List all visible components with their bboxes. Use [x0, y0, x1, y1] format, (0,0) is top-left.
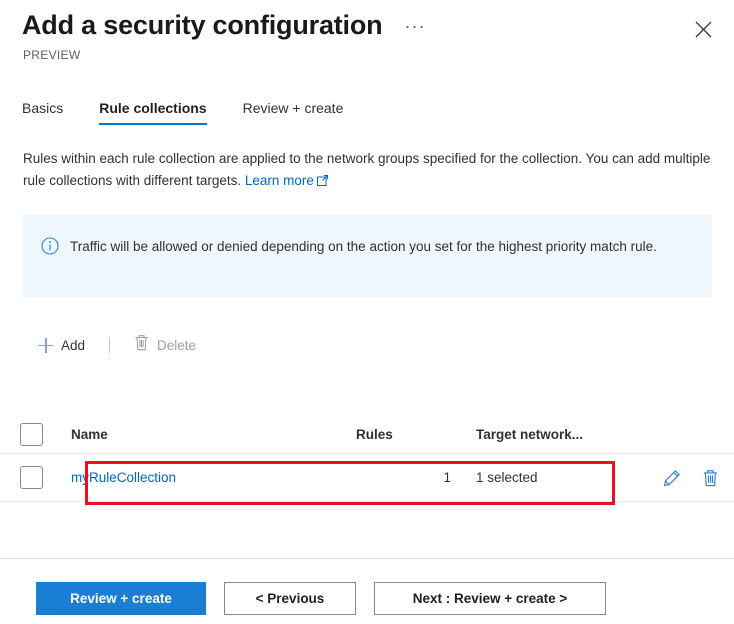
description-text: Rules within each rule collection are ap…	[23, 148, 713, 193]
tab-list: Basics Rule collections Review + create	[22, 100, 379, 125]
row-target-networks: 1 selected	[476, 470, 538, 485]
column-header-rules[interactable]: Rules	[356, 427, 476, 442]
learn-more-link[interactable]: Learn more	[245, 173, 328, 188]
info-banner: Traffic will be allowed or denied depend…	[22, 215, 712, 297]
delete-button-label: Delete	[157, 337, 197, 353]
tab-basics[interactable]: Basics	[22, 100, 63, 125]
title-row: Add a security configuration ···	[22, 8, 431, 42]
previous-button[interactable]: < Previous	[224, 582, 356, 615]
rule-collections-table: Name Rules Target network... myRuleColle…	[0, 415, 734, 502]
trash-icon[interactable]	[700, 468, 720, 488]
command-bar: Add Delete	[30, 331, 204, 359]
row-rules-count: 1	[443, 470, 451, 485]
ellipsis-icon[interactable]: ···	[398, 16, 431, 42]
table-header-row: Name Rules Target network...	[0, 415, 734, 454]
footer-divider	[0, 558, 734, 559]
description-body: Rules within each rule collection are ap…	[23, 151, 711, 188]
external-link-icon	[316, 171, 328, 193]
tab-review-create[interactable]: Review + create	[243, 100, 344, 125]
learn-more-label: Learn more	[244, 173, 314, 188]
page-title: Add a security configuration	[22, 10, 383, 40]
plus-icon	[38, 337, 53, 353]
tab-rule-collections[interactable]: Rule collections	[99, 100, 207, 125]
add-button-label: Add	[61, 337, 86, 353]
row-actions	[636, 468, 734, 488]
add-button[interactable]: Add	[30, 331, 93, 359]
table-row[interactable]: myRuleCollection 1 1 selected	[0, 454, 734, 502]
pencil-icon[interactable]	[662, 468, 682, 488]
row-checkbox[interactable]	[20, 466, 43, 489]
row-name-cell: myRuleCollection	[56, 470, 356, 485]
rule-collection-link[interactable]: myRuleCollection	[71, 470, 176, 485]
delete-button[interactable]: Delete	[126, 331, 204, 359]
footer-actions: Review + create < Previous Next : Review…	[36, 582, 606, 615]
column-header-name[interactable]: Name	[56, 427, 356, 442]
select-all-checkbox[interactable]	[20, 422, 43, 446]
close-icon[interactable]	[690, 16, 716, 42]
next-button[interactable]: Next : Review + create >	[374, 582, 606, 615]
trash-icon	[134, 334, 149, 356]
preview-badge: PREVIEW	[23, 48, 81, 62]
blade-header: Add a security configuration ··· PREVIEW	[0, 0, 734, 78]
info-banner-text: Traffic will be allowed or denied depend…	[70, 239, 657, 254]
row-checkbox-cell	[0, 466, 56, 489]
column-header-target-networks[interactable]: Target network...	[476, 427, 636, 442]
info-circle-icon	[41, 237, 59, 255]
review-create-button[interactable]: Review + create	[36, 582, 206, 615]
select-all-cell	[0, 422, 56, 446]
command-separator	[109, 337, 111, 353]
